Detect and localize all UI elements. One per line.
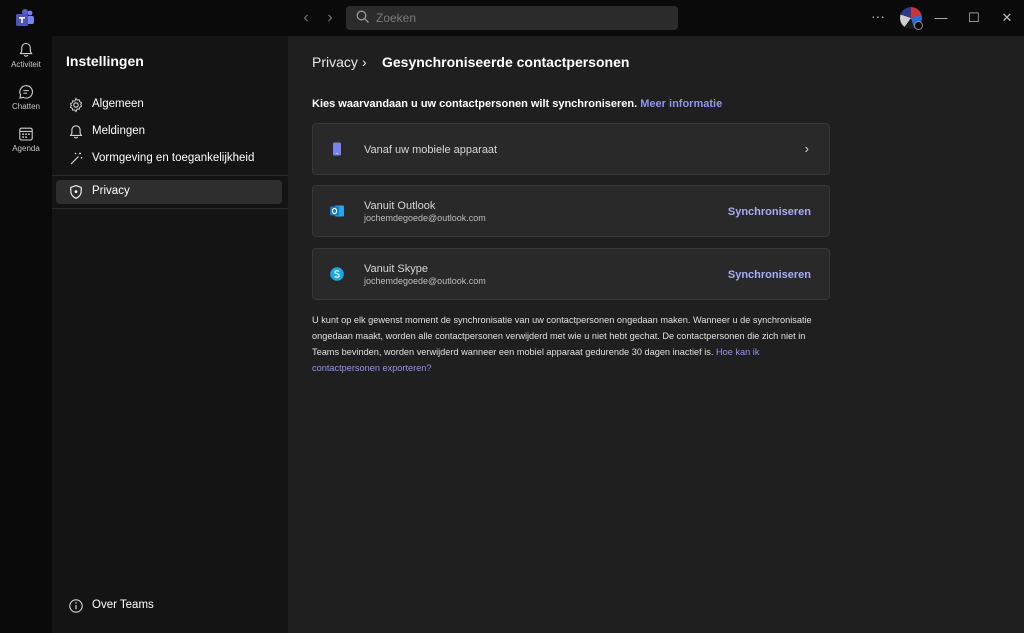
chevron-right-icon: › xyxy=(804,141,809,156)
gear-icon xyxy=(69,97,83,113)
magic-wand-icon xyxy=(70,152,83,165)
search-box[interactable] xyxy=(346,6,678,30)
search-icon xyxy=(356,10,369,23)
minimize-button[interactable]: — xyxy=(932,9,950,27)
sync-skype-button[interactable]: Synchroniseren xyxy=(728,269,811,281)
sidebar-item-about-teams[interactable]: Over Teams xyxy=(56,594,282,618)
rail-item-chat[interactable]: Chatten xyxy=(0,84,52,126)
card-email: jochemdegoede@outlook.com xyxy=(364,276,486,286)
sync-skype-card: Vanuit Skype jochemdegoede@outlook.com S… xyxy=(312,248,830,300)
forward-arrow-icon[interactable]: › xyxy=(321,9,339,27)
chat-icon xyxy=(19,85,33,99)
card-email: jochemdegoede@outlook.com xyxy=(364,213,486,223)
skype-icon xyxy=(330,267,344,281)
outlook-icon xyxy=(330,205,344,217)
close-button[interactable]: ✕ xyxy=(998,9,1016,27)
sidebar-divider xyxy=(52,208,288,209)
page-title: Gesynchroniseerde contactpersonen xyxy=(382,54,630,70)
intro-label: Kies waarvandaan u uw contactpersonen wi… xyxy=(312,98,638,110)
card-title: Vanaf uw mobiele apparaat xyxy=(364,144,498,156)
sidebar-item-label: Meldingen xyxy=(92,125,146,137)
bell-icon xyxy=(69,125,83,139)
sidebar-item-label: Over Teams xyxy=(92,599,154,611)
info-icon xyxy=(69,599,83,613)
rail-label-activity: Activiteit xyxy=(11,60,41,69)
sidebar-title: Instellingen xyxy=(66,53,144,69)
breadcrumb-chevron-icon: › xyxy=(362,54,367,70)
calendar-icon xyxy=(19,127,33,141)
more-options-button[interactable]: ··· xyxy=(868,9,888,27)
sync-outlook-button[interactable]: Synchroniseren xyxy=(728,206,811,218)
sidebar-item-general[interactable]: Algemeen xyxy=(56,93,282,117)
rail-item-activity[interactable]: Activiteit xyxy=(0,42,52,84)
bell-icon xyxy=(19,42,33,57)
sidebar-item-label: Algemeen xyxy=(92,98,144,110)
rail-label-calendar: Agenda xyxy=(12,144,40,153)
sidebar-item-notifications[interactable]: Meldingen xyxy=(56,120,282,144)
main-content: Privacy › Gesynchroniseerde contactperso… xyxy=(288,36,1024,633)
more-info-link[interactable]: Meer informatie xyxy=(640,98,722,110)
app-rail: Activiteit Chatten Agenda xyxy=(0,36,52,633)
rail-item-calendar[interactable]: Agenda xyxy=(0,126,52,168)
search-input[interactable] xyxy=(376,8,666,28)
sidebar-item-label: Vormgeving en toegankelijkheid xyxy=(92,152,255,164)
settings-sidebar: Instellingen Algemeen Meldingen Vormgevi… xyxy=(52,36,288,633)
sync-footnote: U kunt op elk gewenst moment de synchron… xyxy=(312,312,822,376)
sync-outlook-card: Vanuit Outlook jochemdegoede@outlook.com… xyxy=(312,185,830,237)
sidebar-divider xyxy=(52,175,288,176)
breadcrumb-parent[interactable]: Privacy xyxy=(312,54,358,70)
maximize-button[interactable]: ☐ xyxy=(965,9,983,27)
back-arrow-icon[interactable]: ‹ xyxy=(297,9,315,27)
shield-icon xyxy=(70,185,82,200)
mobile-phone-icon xyxy=(333,142,341,156)
rail-label-chat: Chatten xyxy=(11,102,41,111)
presence-status-icon xyxy=(914,21,923,30)
sidebar-item-label: Privacy xyxy=(92,185,130,197)
sync-mobile-card[interactable]: Vanaf uw mobiele apparaat › xyxy=(312,123,830,175)
sidebar-item-privacy[interactable]: Privacy xyxy=(56,180,282,204)
card-title: Vanuit Skype xyxy=(364,263,429,275)
teams-logo-icon[interactable] xyxy=(15,8,35,28)
title-bar: ‹ › ··· — ☐ ✕ xyxy=(0,0,1024,36)
intro-text: Kies waarvandaan u uw contactpersonen wi… xyxy=(312,98,722,110)
sidebar-item-appearance[interactable]: Vormgeving en toegankelijkheid xyxy=(56,147,282,171)
card-title: Vanuit Outlook xyxy=(364,200,436,212)
